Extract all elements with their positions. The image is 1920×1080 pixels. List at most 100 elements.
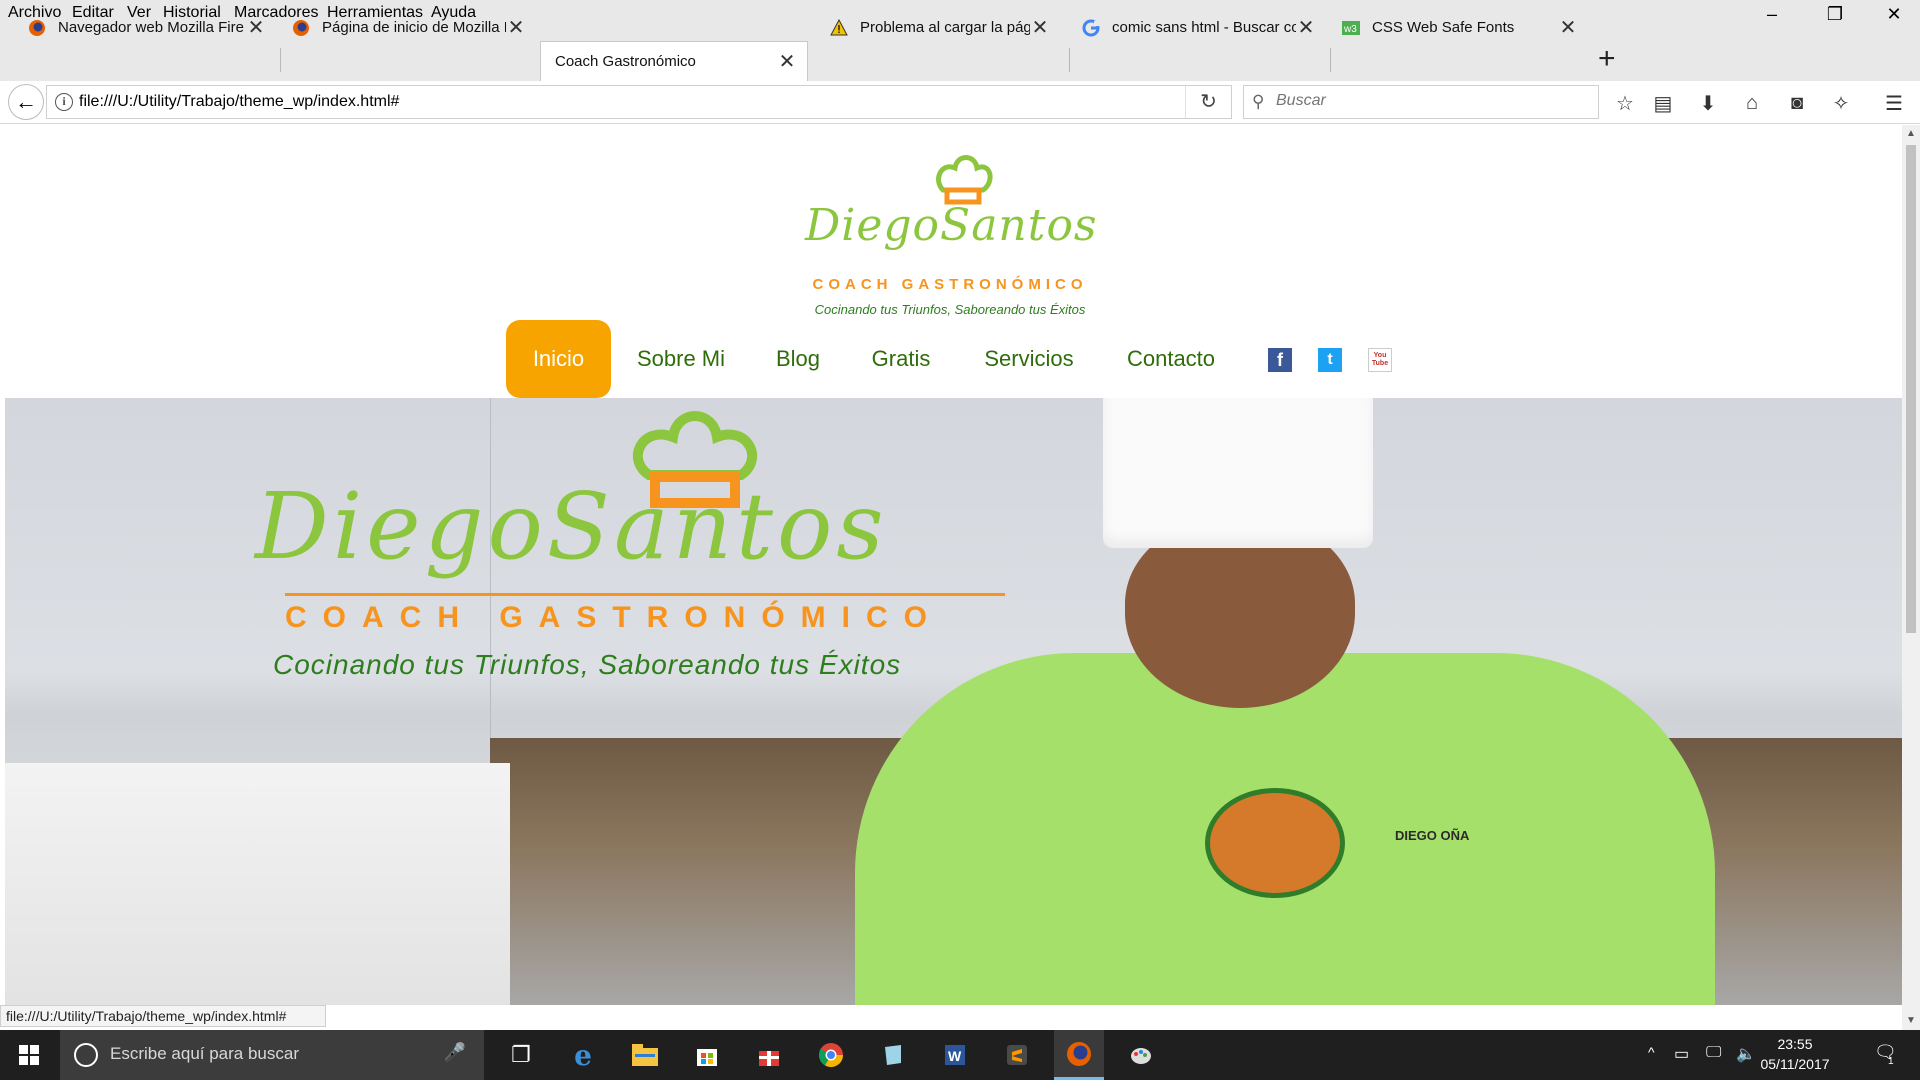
extension-icon[interactable]: ✧ — [1825, 87, 1857, 119]
navigation-toolbar: ← i file:///U:/Utility/Trabajo/theme_wp/… — [0, 81, 1920, 124]
svg-text:w3: w3 — [1343, 24, 1357, 35]
downloads-icon[interactable]: ⬇ — [1692, 87, 1724, 119]
tab-google-search[interactable]: comic sans html - Buscar co ✕ — [1062, 9, 1326, 46]
tab-problema-cargar[interactable]: Problema al cargar la página ✕ — [810, 9, 1060, 46]
firefox-icon — [292, 19, 310, 37]
task-view-icon[interactable]: ❐ — [496, 1030, 546, 1080]
close-tab-icon[interactable]: ✕ — [506, 15, 526, 40]
jacket-emblem — [1205, 788, 1345, 898]
taskbar-search[interactable]: Escribe aquí para buscar 🎤 — [60, 1030, 484, 1080]
volume-icon[interactable]: 🔈 — [1736, 1044, 1756, 1064]
clock-time: 23:55 — [1777, 1036, 1813, 1052]
file-explorer-icon[interactable] — [620, 1030, 670, 1080]
sublime-text-icon[interactable] — [992, 1030, 1042, 1080]
tab-label: comic sans html - Buscar co — [1112, 19, 1296, 36]
jacket-name: DIEGO OÑA — [1395, 828, 1470, 843]
close-tab-icon[interactable]: ✕ — [246, 15, 266, 40]
logo-tagline: Cocinando tus Triunfos, Saboreando tus É… — [814, 302, 1086, 317]
cortana-icon — [74, 1043, 98, 1067]
page-viewport: DiegoSantos COACH GASTRONÓMICO Cocinando… — [0, 125, 1902, 1005]
tab-separator — [1330, 48, 1331, 72]
svg-text:W: W — [948, 1048, 962, 1064]
search-input[interactable] — [1276, 92, 1576, 110]
start-button[interactable] — [0, 1030, 58, 1080]
tab-mozilla-browser[interactable]: Navegador web Mozilla Fire ✕ — [8, 9, 276, 46]
reload-button[interactable]: ↻ — [1185, 86, 1231, 118]
tab-label: CSS Web Safe Fonts — [1372, 19, 1515, 36]
tab-label: Coach Gastronómico — [555, 53, 696, 70]
search-bar[interactable]: ⚲ — [1243, 85, 1599, 119]
firefox-taskbar-icon[interactable] — [1054, 1030, 1104, 1080]
firefox-icon — [28, 19, 46, 37]
nav-gratis[interactable]: Gratis — [865, 320, 937, 398]
gift-app-icon[interactable] — [744, 1030, 794, 1080]
nav-contacto[interactable]: Contacto — [1120, 320, 1222, 398]
youtube-icon[interactable]: You Tube — [1368, 348, 1392, 372]
site-navigation: Inicio Sobre Mi Blog Gratis Servicios Co… — [0, 320, 1902, 398]
url-bar[interactable]: i file:///U:/Utility/Trabajo/theme_wp/in… — [46, 85, 1232, 119]
nav-sobre-mi[interactable]: Sobre Mi — [630, 320, 732, 398]
vertical-scrollbar[interactable]: ▲ ▼ — [1902, 125, 1920, 1030]
tab-coach-gastronomico[interactable]: Coach Gastronómico ✕ — [540, 41, 808, 81]
tab-label: Navegador web Mozilla Fire — [58, 19, 244, 36]
twitter-icon[interactable]: t — [1318, 348, 1342, 372]
microphone-icon[interactable]: 🎤 — [444, 1042, 466, 1063]
taskbar-search-placeholder: Escribe aquí para buscar — [110, 1044, 299, 1063]
chef-photo: DIEGO OÑA — [835, 398, 1735, 1005]
close-window-button[interactable]: ✕ — [1874, 4, 1914, 25]
tab-label: Página de inicio de Mozilla F — [322, 19, 506, 36]
windows-logo-icon — [19, 1045, 39, 1065]
hero-banner: DiegoSantos COACH GASTRONÓMICO Cocinando… — [5, 398, 1902, 1005]
show-hidden-icons-icon[interactable]: ^ — [1648, 1044, 1655, 1060]
site-logo[interactable]: DiegoSantos COACH GASTRONÓMICO Cocinando… — [805, 150, 1098, 320]
scroll-up-arrow-icon[interactable]: ▲ — [1902, 125, 1920, 143]
notes-app-icon[interactable] — [868, 1030, 918, 1080]
battery-icon[interactable]: ▭ — [1674, 1044, 1689, 1064]
bookmark-star-icon[interactable]: ☆ — [1609, 87, 1641, 119]
close-tab-icon[interactable]: ✕ — [1296, 15, 1316, 40]
url-text[interactable]: file:///U:/Utility/Trabajo/theme_wp/inde… — [79, 93, 399, 111]
back-button[interactable]: ← — [8, 84, 44, 120]
tab-label: Problema al cargar la página — [860, 19, 1030, 36]
new-tab-button[interactable]: + — [1598, 42, 1616, 76]
scrollbar-thumb[interactable] — [1906, 145, 1916, 633]
search-icon: ⚲ — [1252, 92, 1265, 111]
pocket-icon[interactable]: ◙ — [1781, 87, 1813, 119]
open-menu-icon[interactable]: ☰ — [1878, 87, 1910, 119]
taskbar-clock[interactable]: 23:55 05/11/2017 — [1755, 1034, 1835, 1074]
tab-mozilla-home[interactable]: Página de inicio de Mozilla F ✕ — [272, 9, 536, 46]
close-tab-icon[interactable]: ✕ — [777, 49, 797, 74]
paint-icon[interactable] — [1116, 1030, 1166, 1080]
nav-servicios[interactable]: Servicios — [978, 320, 1080, 398]
scroll-down-arrow-icon[interactable]: ▼ — [1902, 1012, 1920, 1030]
chrome-icon[interactable] — [806, 1030, 856, 1080]
windows-taskbar: Escribe aquí para buscar 🎤 ❐ e W ^ ▭ 🖵 🔈… — [0, 1030, 1920, 1080]
google-icon — [1082, 19, 1100, 37]
store-icon[interactable] — [682, 1030, 732, 1080]
home-icon[interactable]: ⌂ — [1736, 87, 1768, 119]
logo-coach-text: COACH GASTRONÓMICO — [812, 276, 1088, 293]
white-table-background — [5, 763, 510, 1005]
tab-css-web-safe-fonts[interactable]: w3 CSS Web Safe Fonts ✕ — [1322, 9, 1588, 46]
w3schools-icon: w3 — [1342, 19, 1360, 37]
tab-separator — [280, 48, 281, 72]
nav-blog[interactable]: Blog — [770, 320, 826, 398]
restore-button[interactable]: ❐ — [1815, 4, 1855, 25]
close-tab-icon[interactable]: ✕ — [1030, 15, 1050, 40]
facebook-icon[interactable]: f — [1268, 348, 1292, 372]
network-icon[interactable]: 🖵 — [1706, 1044, 1721, 1062]
site-info-icon[interactable]: i — [55, 93, 73, 111]
minimize-button[interactable]: – — [1752, 4, 1792, 25]
word-icon[interactable]: W — [930, 1030, 980, 1080]
nav-inicio[interactable]: Inicio — [506, 320, 611, 398]
notification-count: 1 — [1888, 1056, 1894, 1067]
logo-brand-text: DiegoSantos — [805, 200, 1098, 251]
status-bar-url: file:///U:/Utility/Trabajo/theme_wp/inde… — [0, 1005, 326, 1027]
chef-hat — [1103, 398, 1373, 548]
bookmarks-list-icon[interactable]: ▤ — [1647, 87, 1679, 119]
clock-date: 05/11/2017 — [1760, 1056, 1830, 1072]
tab-separator — [1069, 48, 1070, 72]
edge-icon[interactable]: e — [558, 1030, 608, 1080]
close-tab-icon[interactable]: ✕ — [1558, 15, 1578, 40]
warning-icon — [830, 18, 848, 37]
